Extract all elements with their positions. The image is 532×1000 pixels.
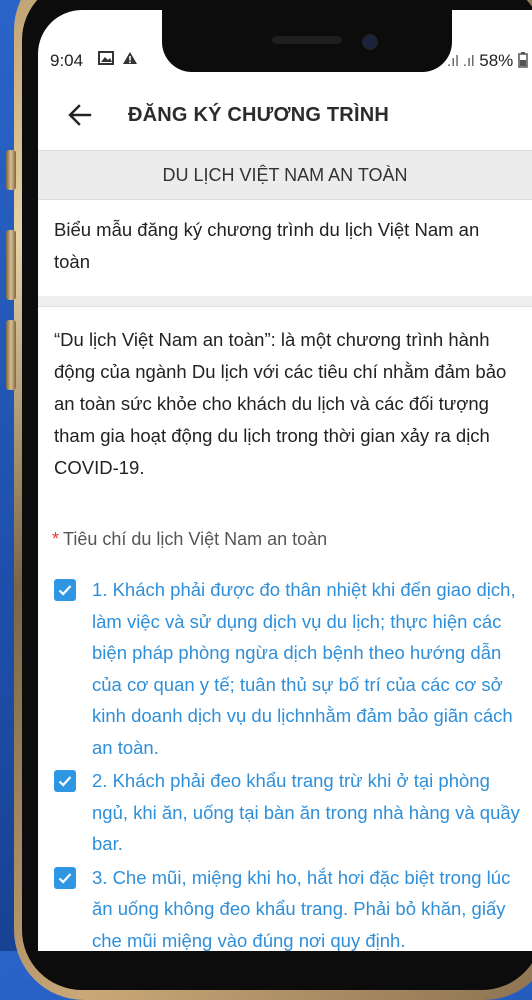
status-right: .ıl .ıl 58% xyxy=(447,51,528,71)
check-icon xyxy=(58,585,72,596)
phone-volume-down-button xyxy=(6,320,16,390)
criterion-checkbox[interactable] xyxy=(54,866,76,889)
back-button[interactable] xyxy=(60,95,100,135)
page-title: ĐĂNG KÝ CHƯƠNG TRÌNH xyxy=(128,103,389,126)
criteria-label-text: Tiêu chí du lịch Việt Nam an toàn xyxy=(63,529,328,549)
criterion-checkbox[interactable] xyxy=(54,770,76,792)
arrow-left-icon xyxy=(68,104,92,126)
program-name: DU LỊCH VIỆT NAM AN TOÀN xyxy=(162,164,408,185)
phone-screen: 9:04 .ıl .ıl 58% ĐĂNG KÝ CHƯƠNG TRÌNH DU… xyxy=(38,10,532,951)
criterion-text: 1. Khách phải được đo thân nhiệt khi đến… xyxy=(92,579,516,758)
phone-side-button xyxy=(6,150,16,190)
phone-volume-up-button xyxy=(6,230,16,300)
program-name-bar: DU LỊCH VIỆT NAM AN TOÀN xyxy=(38,150,532,200)
criterion-item[interactable]: 3. Che mũi, miệng khi ho, hắt hơi đặc bi… xyxy=(54,862,524,952)
signal-icon: .ıl .ıl xyxy=(446,53,475,70)
criteria-field-label: * Tiêu chí du lịch Việt Nam an toàn xyxy=(52,529,327,550)
criterion-text: 2. Khách phải đeo khẩu trang trừ khi ở t… xyxy=(92,770,520,854)
required-marker: * xyxy=(52,529,60,549)
criteria-list: 1. Khách phải được đo thân nhiệt khi đến… xyxy=(54,574,524,951)
phone-notch xyxy=(162,10,452,72)
criterion-text: 3. Che mũi, miệng khi ho, hắt hơi đặc bi… xyxy=(92,866,511,951)
form-title: Biểu mẫu đăng ký chương trình du lịch Vi… xyxy=(54,219,480,272)
criterion-checkbox[interactable] xyxy=(54,579,76,601)
status-left-icons xyxy=(98,51,138,68)
check-icon xyxy=(58,776,72,787)
status-time: 9:04 xyxy=(50,51,84,70)
section-divider xyxy=(38,296,532,307)
warning-icon xyxy=(123,52,138,64)
app-header: ĐĂNG KÝ CHƯƠNG TRÌNH xyxy=(38,80,532,150)
criterion-item[interactable]: 1. Khách phải được đo thân nhiệt khi đến… xyxy=(54,574,524,763)
battery-icon xyxy=(518,52,528,68)
front-camera xyxy=(362,34,378,50)
check-icon xyxy=(58,872,72,884)
speaker-grille xyxy=(272,36,342,44)
program-description: “Du lịch Việt Nam an toàn”: là một chươn… xyxy=(54,329,507,478)
criterion-item[interactable]: 2. Khách phải đeo khẩu trang trừ khi ở t… xyxy=(54,765,524,860)
image-icon xyxy=(98,51,114,65)
battery-percent: 58% xyxy=(479,51,514,70)
